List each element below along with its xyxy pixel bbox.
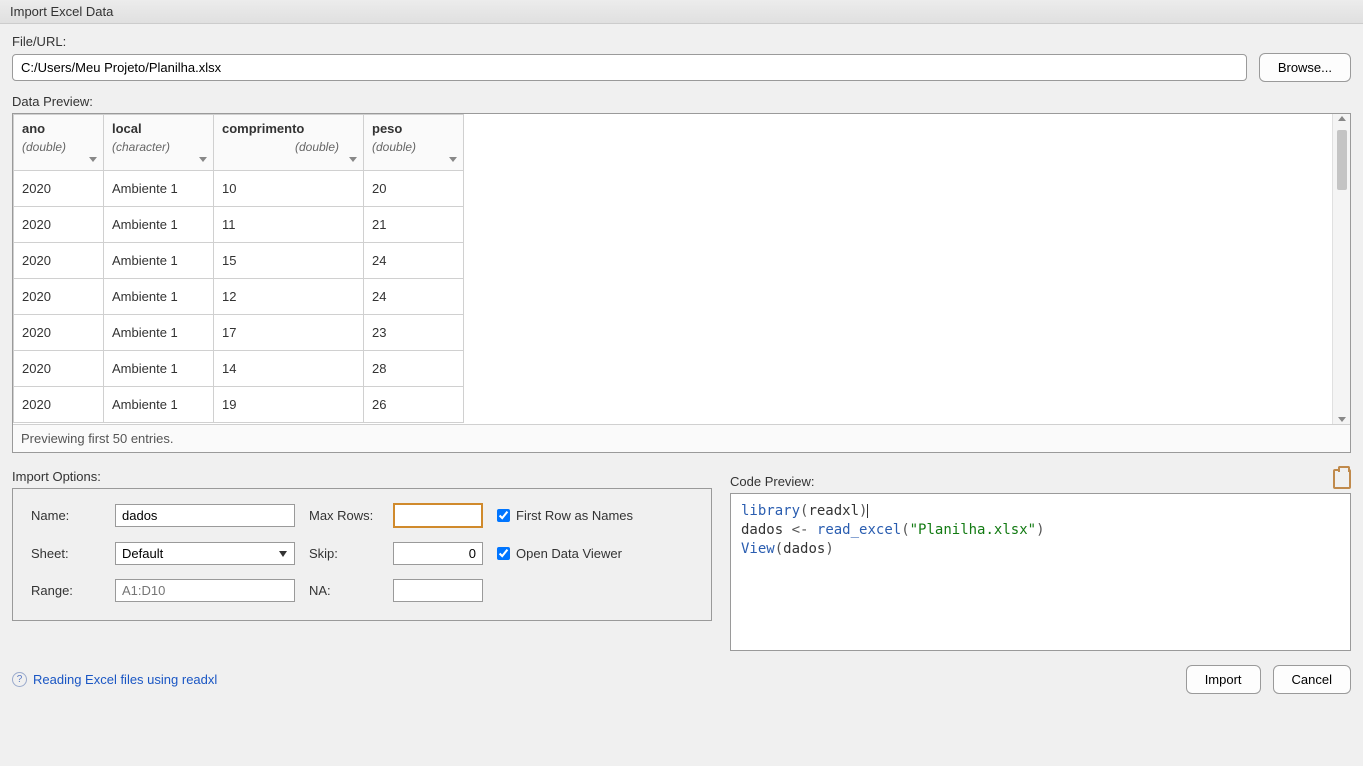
column-type-dropdown-icon[interactable] — [349, 157, 357, 162]
import-excel-dialog: Import Excel Data File/URL: Browse... Da… — [0, 0, 1363, 766]
table-cell: 10 — [214, 171, 364, 207]
open-viewer-checkbox[interactable] — [497, 547, 510, 560]
fileurl-label: File/URL: — [12, 34, 1351, 49]
column-type-dropdown-icon[interactable] — [199, 157, 207, 162]
table-cell: 12 — [214, 279, 364, 315]
table-cell: 21 — [364, 207, 464, 243]
table-cell: 19 — [214, 387, 364, 423]
scroll-up-icon[interactable] — [1338, 116, 1346, 121]
name-label: Name: — [31, 508, 101, 523]
name-input[interactable] — [115, 504, 295, 527]
cancel-button[interactable]: Cancel — [1273, 665, 1351, 694]
fileurl-input[interactable] — [12, 54, 1247, 81]
range-input[interactable] — [115, 579, 295, 602]
column-name: peso — [372, 121, 439, 136]
column-header-local[interactable]: local (character) — [104, 115, 213, 170]
data-preview-table: ano (double) local (character) — [13, 114, 464, 423]
scrollbar-thumb[interactable] — [1337, 130, 1347, 190]
table-cell: Ambiente 1 — [104, 243, 214, 279]
browse-button[interactable]: Browse... — [1259, 53, 1351, 82]
table-cell: 17 — [214, 315, 364, 351]
table-cell: 2020 — [14, 243, 104, 279]
data-preview-panel: ano (double) local (character) — [12, 113, 1351, 453]
table-row: 2020Ambiente 11224 — [14, 279, 464, 315]
table-cell: Ambiente 1 — [104, 207, 214, 243]
column-type: (double) — [222, 140, 339, 154]
table-cell: Ambiente 1 — [104, 387, 214, 423]
first-row-checkbox[interactable] — [497, 509, 510, 522]
table-row: 2020Ambiente 11020 — [14, 171, 464, 207]
table-row: 2020Ambiente 11723 — [14, 315, 464, 351]
open-viewer-label: Open Data Viewer — [516, 546, 622, 561]
table-row: 2020Ambiente 11121 — [14, 207, 464, 243]
skip-label: Skip: — [309, 546, 379, 561]
column-type: (double) — [22, 140, 79, 154]
scroll-down-icon[interactable] — [1338, 417, 1346, 422]
table-cell: Ambiente 1 — [104, 279, 214, 315]
table-row: 2020Ambiente 11428 — [14, 351, 464, 387]
import-button[interactable]: Import — [1186, 665, 1261, 694]
table-cell: 28 — [364, 351, 464, 387]
data-preview-label: Data Preview: — [12, 94, 1351, 109]
sheet-select[interactable]: Default — [115, 542, 295, 565]
table-row: 2020Ambiente 11926 — [14, 387, 464, 423]
chevron-down-icon — [279, 551, 287, 557]
table-cell: Ambiente 1 — [104, 315, 214, 351]
first-row-label: First Row as Names — [516, 508, 633, 523]
column-name: ano — [22, 121, 79, 136]
maxrows-label: Max Rows: — [309, 508, 379, 523]
table-cell: 2020 — [14, 315, 104, 351]
dialog-content: File/URL: Browse... Data Preview: ano — [0, 24, 1363, 766]
table-cell: 24 — [364, 279, 464, 315]
import-options-panel: Name: Max Rows: First Row as Names Sheet… — [12, 488, 712, 621]
column-type: (double) — [372, 140, 439, 154]
table-cell: 20 — [364, 171, 464, 207]
help-link[interactable]: ? Reading Excel files using readxl — [12, 672, 217, 687]
preview-empty-area — [464, 114, 1332, 424]
column-header-ano[interactable]: ano (double) — [14, 115, 103, 170]
clipboard-icon[interactable] — [1333, 469, 1351, 489]
column-name: comprimento — [222, 121, 339, 136]
column-type-dropdown-icon[interactable] — [449, 157, 457, 162]
sheet-label: Sheet: — [31, 546, 101, 561]
range-label: Range: — [31, 583, 101, 598]
dialog-title: Import Excel Data — [0, 0, 1363, 24]
help-text: Reading Excel files using readxl — [33, 672, 217, 687]
preview-footer-text: Previewing first 50 entries. — [13, 424, 1350, 452]
table-cell: 2020 — [14, 279, 104, 315]
first-row-as-names-option[interactable]: First Row as Names — [497, 508, 677, 523]
code-preview-text[interactable]: library(readxl) dados <- read_excel("Pla… — [730, 493, 1351, 651]
table-cell: 15 — [214, 243, 364, 279]
column-name: local — [112, 121, 189, 136]
vertical-scrollbar[interactable] — [1332, 114, 1350, 424]
na-input[interactable] — [393, 579, 483, 602]
table-cell: 2020 — [14, 207, 104, 243]
table-cell: 26 — [364, 387, 464, 423]
table-cell: 23 — [364, 315, 464, 351]
column-header-peso[interactable]: peso (double) — [364, 115, 463, 170]
table-cell: 2020 — [14, 387, 104, 423]
help-icon: ? — [12, 672, 27, 687]
column-type: (character) — [112, 140, 189, 154]
code-preview-heading: Code Preview: — [730, 474, 815, 489]
na-label: NA: — [309, 583, 379, 598]
table-cell: 2020 — [14, 171, 104, 207]
column-type-dropdown-icon[interactable] — [89, 157, 97, 162]
maxrows-input[interactable] — [393, 503, 483, 528]
table-cell: Ambiente 1 — [104, 351, 214, 387]
table-cell: 2020 — [14, 351, 104, 387]
table-cell: Ambiente 1 — [104, 171, 214, 207]
table-cell: 14 — [214, 351, 364, 387]
table-cell: 11 — [214, 207, 364, 243]
import-options-heading: Import Options: — [12, 469, 712, 484]
skip-input[interactable] — [393, 542, 483, 565]
table-row: 2020Ambiente 11524 — [14, 243, 464, 279]
table-cell: 24 — [364, 243, 464, 279]
column-header-comprimento[interactable]: comprimento (double) — [214, 115, 363, 170]
open-data-viewer-option[interactable]: Open Data Viewer — [497, 546, 677, 561]
